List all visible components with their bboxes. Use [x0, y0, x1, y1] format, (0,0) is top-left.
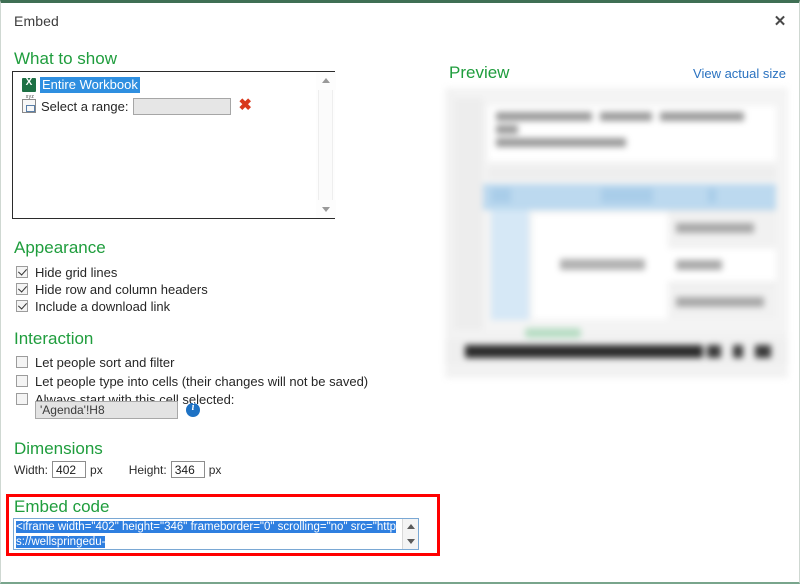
sheet-list[interactable]: Entire Workbook Select a range: ✖	[12, 71, 336, 219]
embed-scroll-up-arrow-icon[interactable]	[403, 519, 418, 534]
dialog-titlebar: Embed ✕	[1, 3, 800, 39]
preview-sheet	[455, 92, 788, 338]
width-unit-label: px	[90, 462, 103, 477]
scroll-up-arrow-icon[interactable]	[316, 72, 336, 90]
preview-heading: Preview	[449, 63, 510, 82]
view-actual-size-link[interactable]: View actual size	[693, 66, 786, 81]
checkbox-row-hide-grid-lines[interactable]: Hide grid lines	[16, 263, 117, 281]
preview-header-row	[483, 184, 776, 210]
excel-workbook-icon	[22, 77, 36, 92]
preview-body-middle	[533, 214, 668, 319]
checkbox-hide-row-column-headers[interactable]	[16, 283, 28, 295]
checkbox-label: Let people sort and filter	[35, 354, 175, 370]
appearance-heading: Appearance	[14, 238, 106, 257]
sheet-list-inner: Entire Workbook Select a range: ✖	[13, 72, 315, 218]
embed-code-text[interactable]: <iframe width="402" height="346" framebo…	[14, 519, 399, 549]
embed-code-scrollbar[interactable]	[402, 519, 418, 549]
preview-status-bar	[445, 340, 788, 364]
height-label: Height:	[128, 462, 167, 477]
range-input[interactable]	[133, 97, 232, 115]
checkbox-type-into-cells[interactable]	[16, 375, 28, 387]
checkbox-row-type-into-cells[interactable]: Let people type into cells (their change…	[16, 372, 368, 390]
width-input[interactable]	[52, 461, 87, 478]
embed-dialog: Embed ✕ What to show Entire Workbook Sel…	[0, 0, 800, 584]
checkbox-sort-and-filter[interactable]	[16, 356, 28, 368]
checkbox-row-hide-row-column-headers[interactable]: Hide row and column headers	[16, 280, 208, 298]
embed-code-heading: Embed code	[14, 497, 110, 516]
info-icon[interactable]	[186, 402, 200, 417]
checkbox-label: Let people type into cells (their change…	[35, 373, 369, 389]
interaction-heading: Interaction	[14, 329, 94, 348]
page-title: Embed	[14, 13, 59, 29]
checkbox-label: Hide row and column headers	[35, 281, 208, 297]
checkbox-include-download-link[interactable]	[16, 300, 28, 312]
what-to-show-heading: What to show	[14, 49, 117, 68]
select-range-row[interactable]: Select a range: ✖	[22, 94, 252, 116]
checkbox-label: Include a download link	[35, 298, 171, 314]
preview-body-left	[491, 210, 529, 320]
preview-right-cell	[668, 210, 776, 244]
width-label: Width:	[14, 462, 49, 477]
preview-green-highlight	[525, 328, 581, 338]
preview-sub-bar	[488, 166, 776, 180]
list-item-label: Entire Workbook	[40, 76, 140, 93]
sheet-list-scrollbar[interactable]	[315, 72, 336, 218]
preview-title-box	[488, 106, 776, 161]
scroll-down-arrow-icon[interactable]	[316, 200, 336, 218]
clear-range-icon[interactable]: ✖	[238, 98, 251, 114]
preview-pane	[445, 88, 788, 378]
checkbox-hide-grid-lines[interactable]	[16, 266, 28, 278]
dimensions-heading: Dimensions	[14, 439, 103, 458]
list-item-entire-workbook[interactable]: Entire Workbook	[22, 76, 140, 93]
scrollbar-track[interactable]	[318, 90, 333, 200]
preview-left-column	[455, 98, 483, 330]
cell-reference-input[interactable]	[35, 401, 178, 419]
checkbox-row-include-download-link[interactable]: Include a download link	[16, 297, 170, 315]
preview-right-cell	[668, 247, 776, 281]
embed-scroll-down-arrow-icon[interactable]	[403, 534, 418, 549]
range-selector-icon	[22, 94, 37, 113]
cell-reference-row	[35, 401, 200, 419]
dimensions-row: Width: px Height: px	[14, 461, 221, 478]
height-input[interactable]	[170, 461, 205, 478]
height-unit-label: px	[208, 462, 222, 477]
embed-code-selected-text: <iframe width="402" height="346" framebo…	[16, 521, 397, 548]
height-group: Height: px	[128, 461, 222, 478]
checkbox-label: Hide grid lines	[35, 264, 118, 280]
checkbox-start-with-cell-selected[interactable]	[16, 393, 28, 405]
preview-right-cell	[668, 284, 776, 318]
checkbox-row-sort-and-filter[interactable]: Let people sort and filter	[16, 353, 174, 371]
embed-code-textarea[interactable]: <iframe width="402" height="346" framebo…	[13, 518, 419, 550]
close-icon[interactable]: ✕	[769, 12, 791, 32]
select-range-label: Select a range:	[41, 98, 129, 114]
